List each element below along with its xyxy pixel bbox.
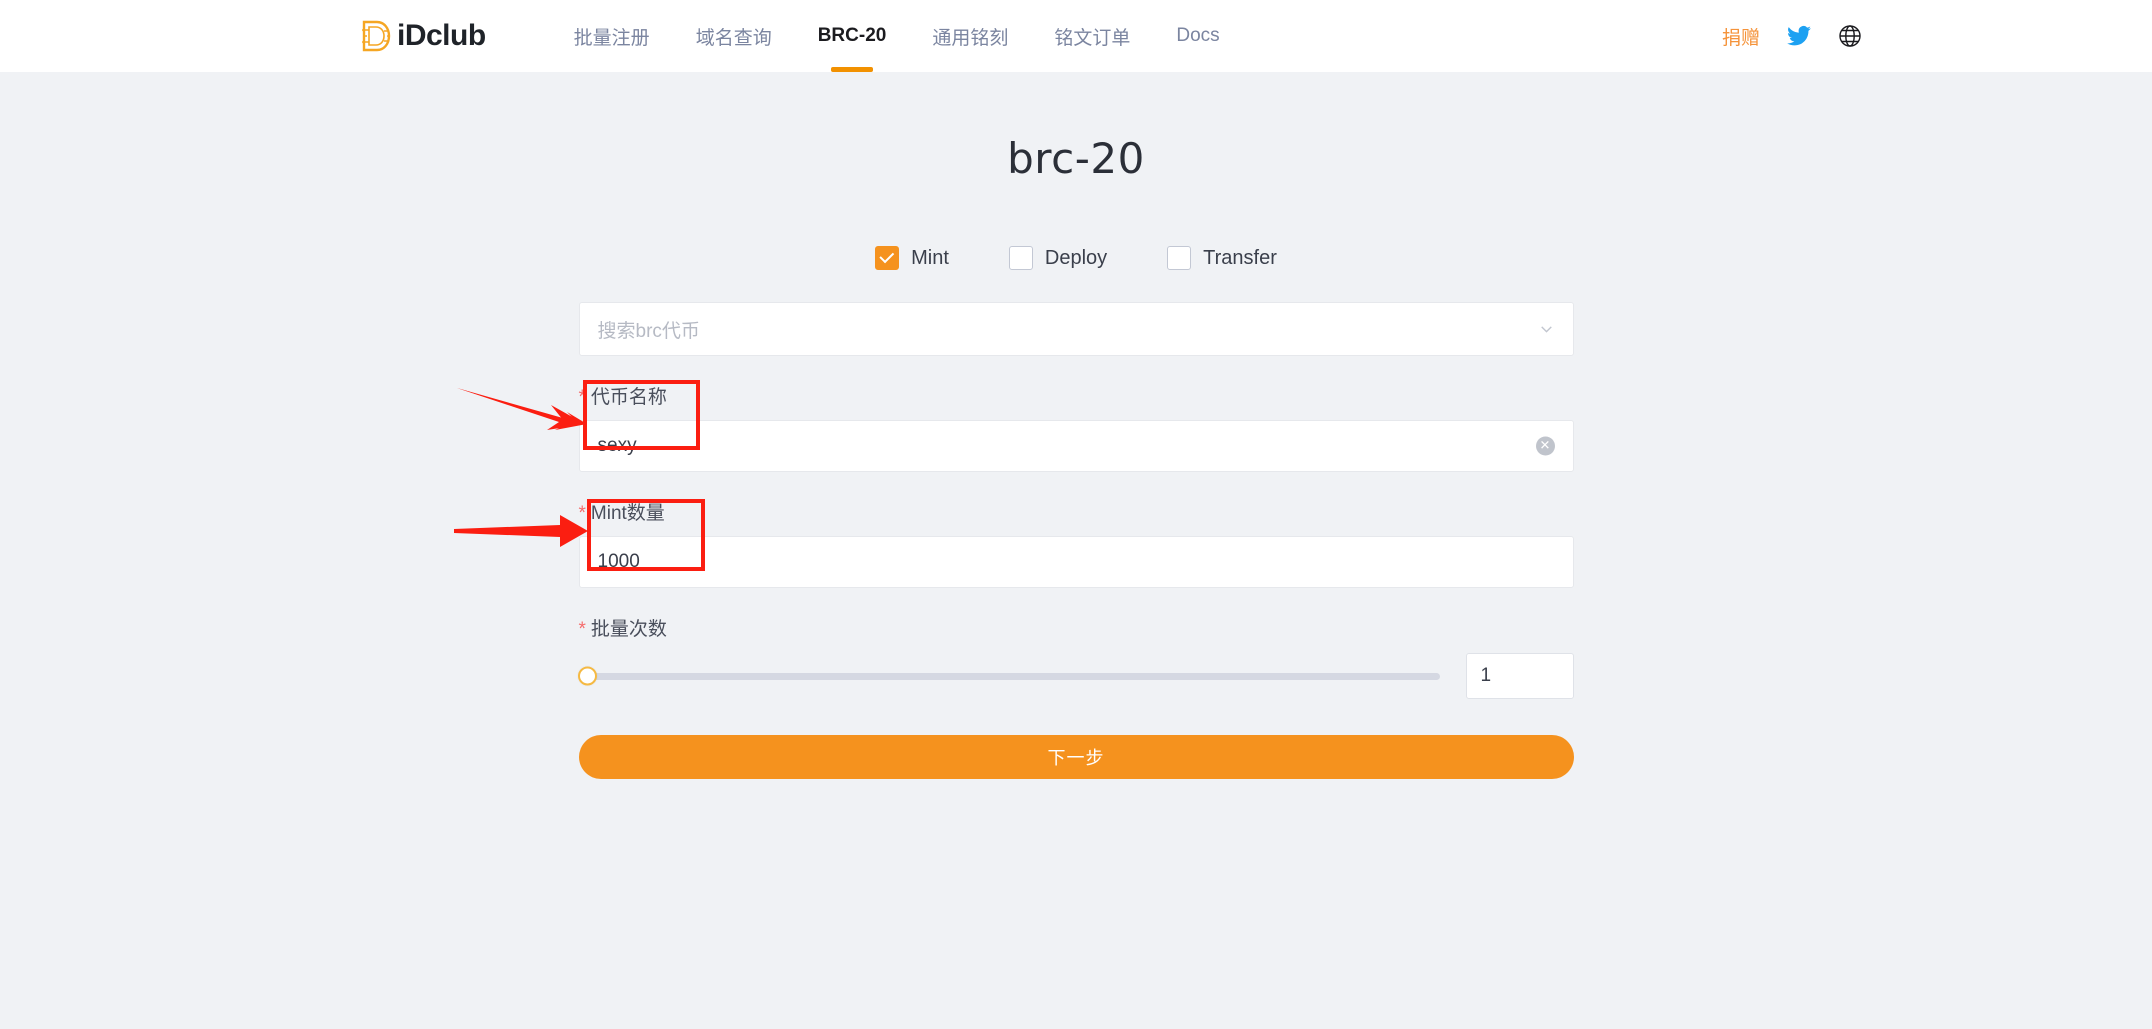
page-body: brc-20 Mint Deploy Transfer 搜索brc代币 bbox=[0, 72, 2152, 1029]
checkbox-mint[interactable] bbox=[875, 246, 899, 270]
mode-option-mint[interactable]: Mint bbox=[875, 246, 949, 270]
globe-icon[interactable] bbox=[1838, 24, 1862, 48]
required-asterisk: * bbox=[579, 504, 586, 523]
idclub-logo-icon bbox=[361, 20, 391, 52]
site-header: iDclub 批量注册 域名查询 BRC-20 通用铭刻 铭文订单 Docs 捐… bbox=[0, 0, 2152, 72]
batch-count-slider[interactable] bbox=[579, 664, 1440, 688]
slider-handle[interactable] bbox=[578, 667, 597, 686]
input-batch-count-value: 1 bbox=[1481, 665, 1492, 687]
mode-label-transfer: Transfer bbox=[1203, 247, 1277, 270]
header-actions: 捐赠 bbox=[1722, 0, 1862, 72]
label-token-name-text: 代币名称 bbox=[591, 382, 667, 409]
nav-item-batch-register[interactable]: 批量注册 bbox=[551, 0, 673, 72]
next-step-button[interactable]: 下一步 bbox=[579, 735, 1574, 779]
brand-logo[interactable]: iDclub bbox=[361, 20, 486, 52]
input-token-name[interactable]: sexy ✕ bbox=[579, 420, 1574, 472]
nav-item-brc-20[interactable]: BRC-20 bbox=[795, 0, 910, 72]
nav-item-inscription-orders[interactable]: 铭文订单 bbox=[1031, 0, 1153, 72]
main-navigation: 批量注册 域名查询 BRC-20 通用铭刻 铭文订单 Docs bbox=[551, 0, 1243, 72]
twitter-bird-icon[interactable] bbox=[1786, 23, 1812, 49]
nav-item-domain-search[interactable]: 域名查询 bbox=[673, 0, 795, 72]
mode-label-deploy: Deploy bbox=[1045, 247, 1107, 270]
input-batch-count[interactable]: 1 bbox=[1466, 653, 1574, 699]
input-mint-amount-value: 1000 bbox=[598, 551, 640, 573]
mode-label-mint: Mint bbox=[911, 247, 949, 270]
input-mint-amount[interactable]: 1000 bbox=[579, 536, 1574, 588]
checkbox-deploy[interactable] bbox=[1009, 246, 1033, 270]
page-title: brc-20 bbox=[0, 72, 2152, 180]
field-batch-count: * 批量次数 1 bbox=[579, 614, 1574, 699]
batch-count-controls: 1 bbox=[579, 653, 1574, 699]
nav-item-docs[interactable]: Docs bbox=[1153, 0, 1242, 72]
clear-circle-icon[interactable]: ✕ bbox=[1536, 437, 1555, 456]
checkbox-transfer[interactable] bbox=[1167, 246, 1191, 270]
field-token-name: * 代币名称 sexy ✕ bbox=[579, 382, 1574, 472]
label-batch-count-text: 批量次数 bbox=[591, 614, 667, 641]
label-batch-count: * 批量次数 bbox=[579, 614, 1574, 641]
mode-option-deploy[interactable]: Deploy bbox=[1009, 246, 1107, 270]
chevron-down-icon[interactable] bbox=[1538, 321, 1555, 338]
brc-token-search-select[interactable]: 搜索brc代币 bbox=[579, 302, 1574, 356]
brand-name: iDclub bbox=[397, 21, 486, 51]
mode-option-transfer[interactable]: Transfer bbox=[1167, 246, 1277, 270]
brc-token-search-placeholder: 搜索brc代币 bbox=[598, 316, 700, 343]
label-mint-amount: * Mint数量 bbox=[579, 498, 1574, 525]
slider-rail[interactable] bbox=[579, 673, 1440, 680]
brc20-form: Mint Deploy Transfer 搜索brc代币 * bbox=[579, 246, 1574, 779]
donate-link[interactable]: 捐赠 bbox=[1722, 23, 1760, 50]
required-asterisk: * bbox=[579, 388, 586, 407]
nav-item-general-inscribe[interactable]: 通用铭刻 bbox=[909, 0, 1031, 72]
field-mint-amount: * Mint数量 1000 bbox=[579, 498, 1574, 588]
input-token-name-value: sexy bbox=[598, 435, 637, 457]
required-asterisk: * bbox=[579, 620, 586, 639]
mode-selector: Mint Deploy Transfer bbox=[579, 246, 1574, 270]
label-mint-amount-text: Mint数量 bbox=[591, 498, 665, 525]
label-token-name: * 代币名称 bbox=[579, 382, 1574, 409]
